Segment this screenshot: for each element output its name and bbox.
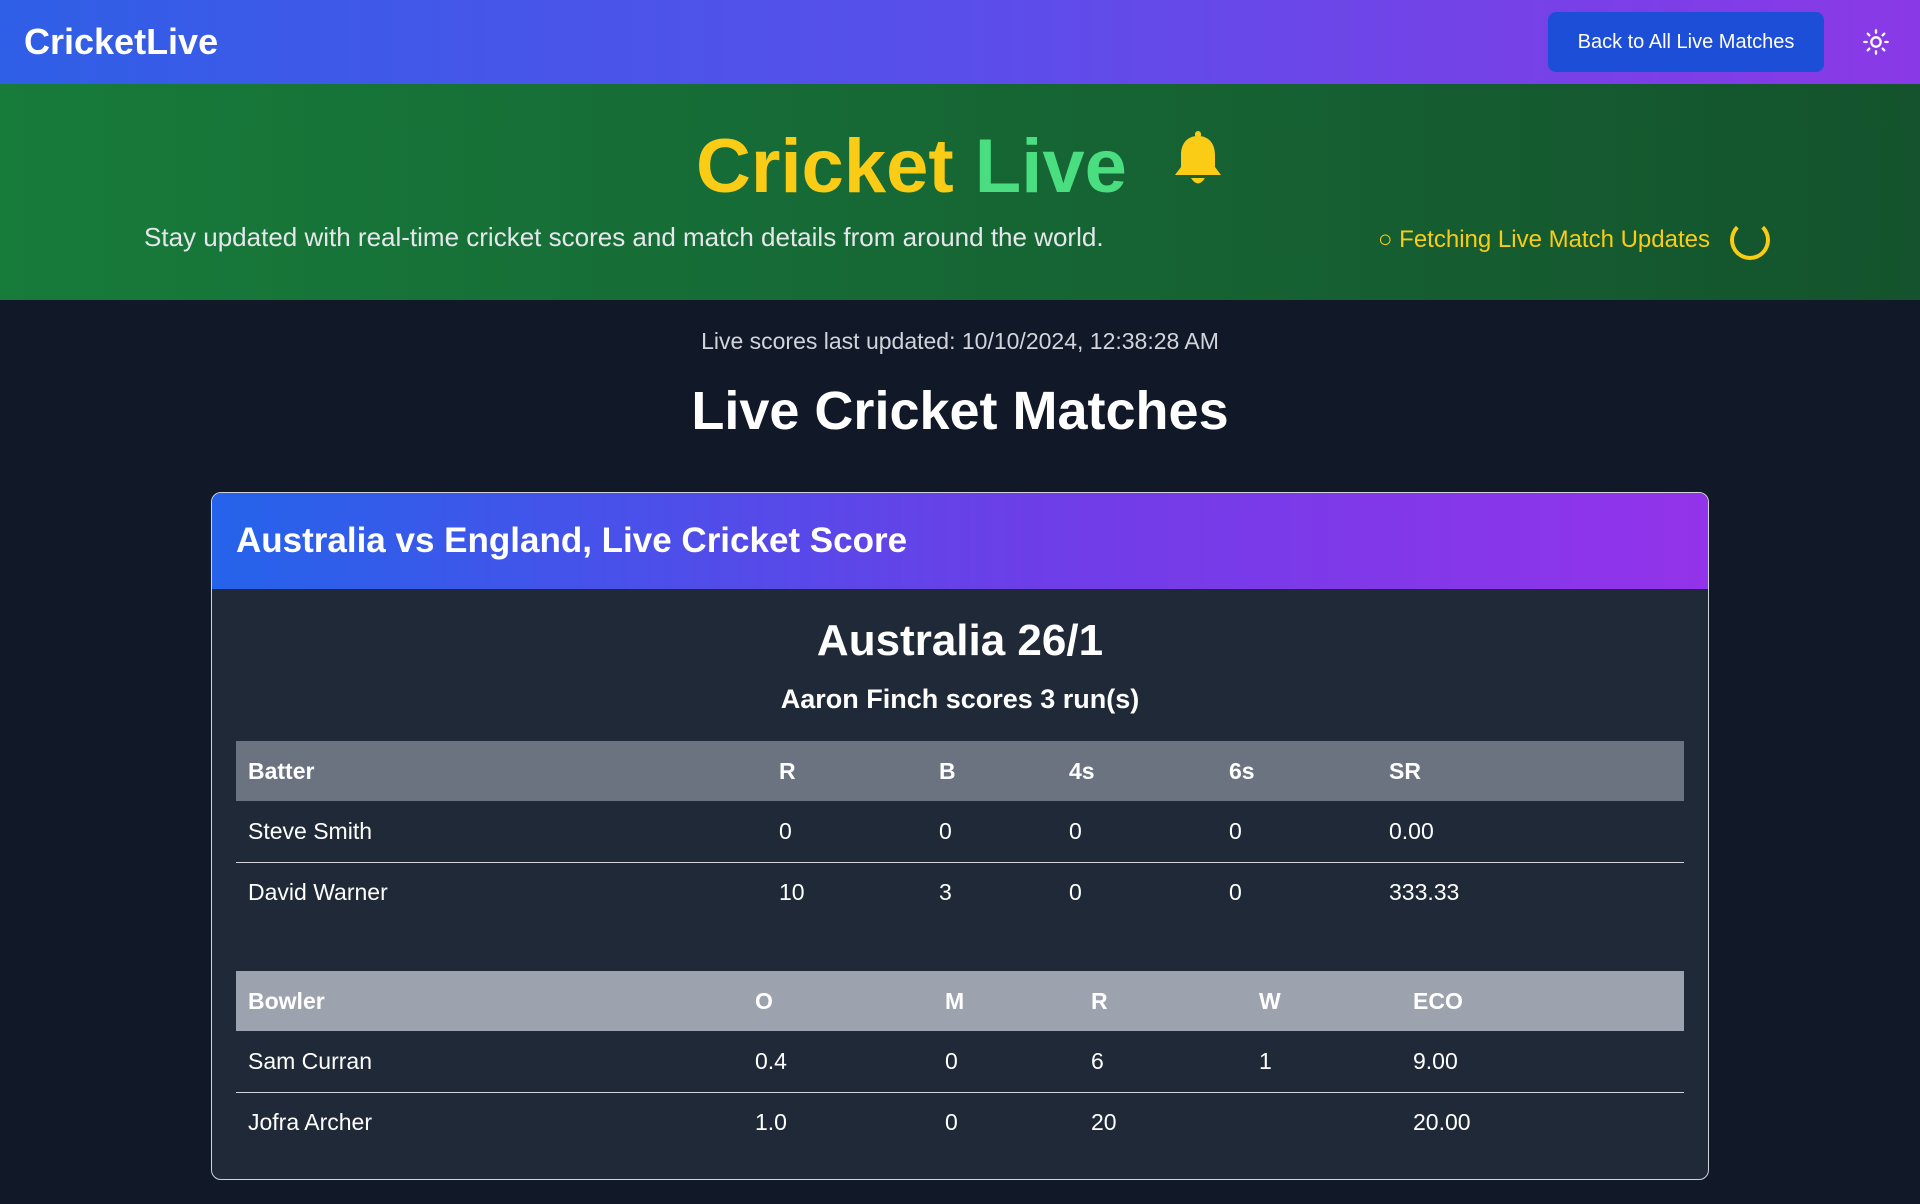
table-cell: 9.00 bbox=[1401, 1031, 1684, 1093]
match-card-header: Australia vs England, Live Cricket Score bbox=[212, 493, 1708, 589]
column-header: W bbox=[1247, 971, 1401, 1031]
bowling-table: Bowler O M R W ECO Sam Curran 0.4 0 6 1 … bbox=[236, 971, 1684, 1153]
table-cell: 0 bbox=[1217, 801, 1377, 863]
table-cell: 0 bbox=[1229, 879, 1242, 906]
table-cell: 0 bbox=[945, 1109, 958, 1136]
table-cell: 20 bbox=[1091, 1109, 1117, 1136]
table-cell: 0 bbox=[927, 801, 1057, 863]
column-header: 4s bbox=[1057, 741, 1217, 801]
table-cell: 0 bbox=[767, 801, 927, 863]
latest-commentary: Aaron Finch scores 3 run(s) bbox=[780, 684, 1140, 714]
table-row: Steve Smith 0 0 0 0 0.00 bbox=[236, 801, 1684, 863]
table-row: David Warner 10 3 0 0 333.33 bbox=[236, 862, 1684, 923]
theme-toggle-button[interactable] bbox=[1860, 26, 1892, 58]
hero-title: Cricket Live bbox=[0, 122, 1920, 217]
batting-header-row: Batter R B 4s 6s SR bbox=[236, 741, 1684, 801]
column-header: M bbox=[933, 971, 1079, 1031]
table-cell: 0.00 bbox=[1377, 801, 1684, 863]
loading-spinner-icon bbox=[1730, 220, 1770, 260]
table-cell: 1.0 bbox=[755, 1109, 787, 1136]
hero-title-live: Live bbox=[974, 124, 1127, 209]
fetching-status: ○ Fetching Live Match Updates bbox=[1378, 220, 1770, 260]
column-header: ECO bbox=[1401, 971, 1684, 1031]
brand-logo[interactable]: CricketLive bbox=[24, 21, 218, 63]
match-card: Australia vs England, Live Cricket Score… bbox=[211, 492, 1709, 1180]
column-header: B bbox=[927, 741, 1057, 801]
table-row: Jofra Archer 1.0 0 20 20.00 bbox=[236, 1092, 1684, 1153]
table-cell: 20.00 bbox=[1413, 1109, 1471, 1136]
column-header: R bbox=[1079, 971, 1247, 1031]
batting-table: Batter R B 4s 6s SR Steve Smith 0 0 0 0 … bbox=[236, 741, 1684, 923]
batter-name: David Warner bbox=[248, 879, 388, 906]
hero-banner: Cricket Live Stay updated with real-time… bbox=[0, 84, 1920, 300]
navbar-actions: Back to All Live Matches bbox=[1548, 12, 1896, 72]
sun-icon bbox=[1863, 29, 1889, 55]
table-cell bbox=[1247, 1092, 1401, 1153]
table-cell: 10 bbox=[779, 879, 805, 906]
team-score: Australia 26/1 bbox=[816, 616, 1104, 665]
column-header: Batter bbox=[236, 741, 767, 801]
table-cell: 0 bbox=[1057, 801, 1217, 863]
table-cell: 0.4 bbox=[743, 1031, 933, 1093]
table-cell: 0 bbox=[933, 1031, 1079, 1093]
fetching-status-text: ○ Fetching Live Match Updates bbox=[1378, 226, 1710, 253]
column-header: R bbox=[767, 741, 927, 801]
hero-subtitle: Stay updated with real-time cricket scor… bbox=[144, 222, 1104, 252]
table-cell: 1 bbox=[1247, 1031, 1401, 1093]
top-navbar: CricketLive Back to All Live Matches bbox=[0, 0, 1920, 84]
bowling-header-row: Bowler O M R W ECO bbox=[236, 971, 1684, 1031]
page-title: Live Cricket Matches bbox=[691, 381, 1229, 441]
bell-icon bbox=[1172, 119, 1224, 209]
bowler-name: Sam Curran bbox=[236, 1031, 743, 1093]
hero-title-cricket: Cricket bbox=[695, 124, 954, 209]
table-row: Sam Curran 0.4 0 6 1 9.00 bbox=[236, 1031, 1684, 1093]
column-header: SR bbox=[1377, 741, 1684, 801]
column-header: Bowler bbox=[236, 971, 743, 1031]
column-header: O bbox=[743, 971, 933, 1031]
table-cell: 3 bbox=[939, 879, 952, 906]
bowler-name: Jofra Archer bbox=[248, 1109, 372, 1136]
table-cell: 0 bbox=[1069, 879, 1082, 906]
last-updated-text: Live scores last updated: 10/10/2024, 12… bbox=[701, 328, 1219, 354]
column-header: 6s bbox=[1217, 741, 1377, 801]
table-cell: 6 bbox=[1079, 1031, 1247, 1093]
table-cell: 333.33 bbox=[1389, 879, 1460, 906]
batter-name: Steve Smith bbox=[236, 801, 767, 863]
back-to-all-matches-button[interactable]: Back to All Live Matches bbox=[1548, 12, 1824, 72]
